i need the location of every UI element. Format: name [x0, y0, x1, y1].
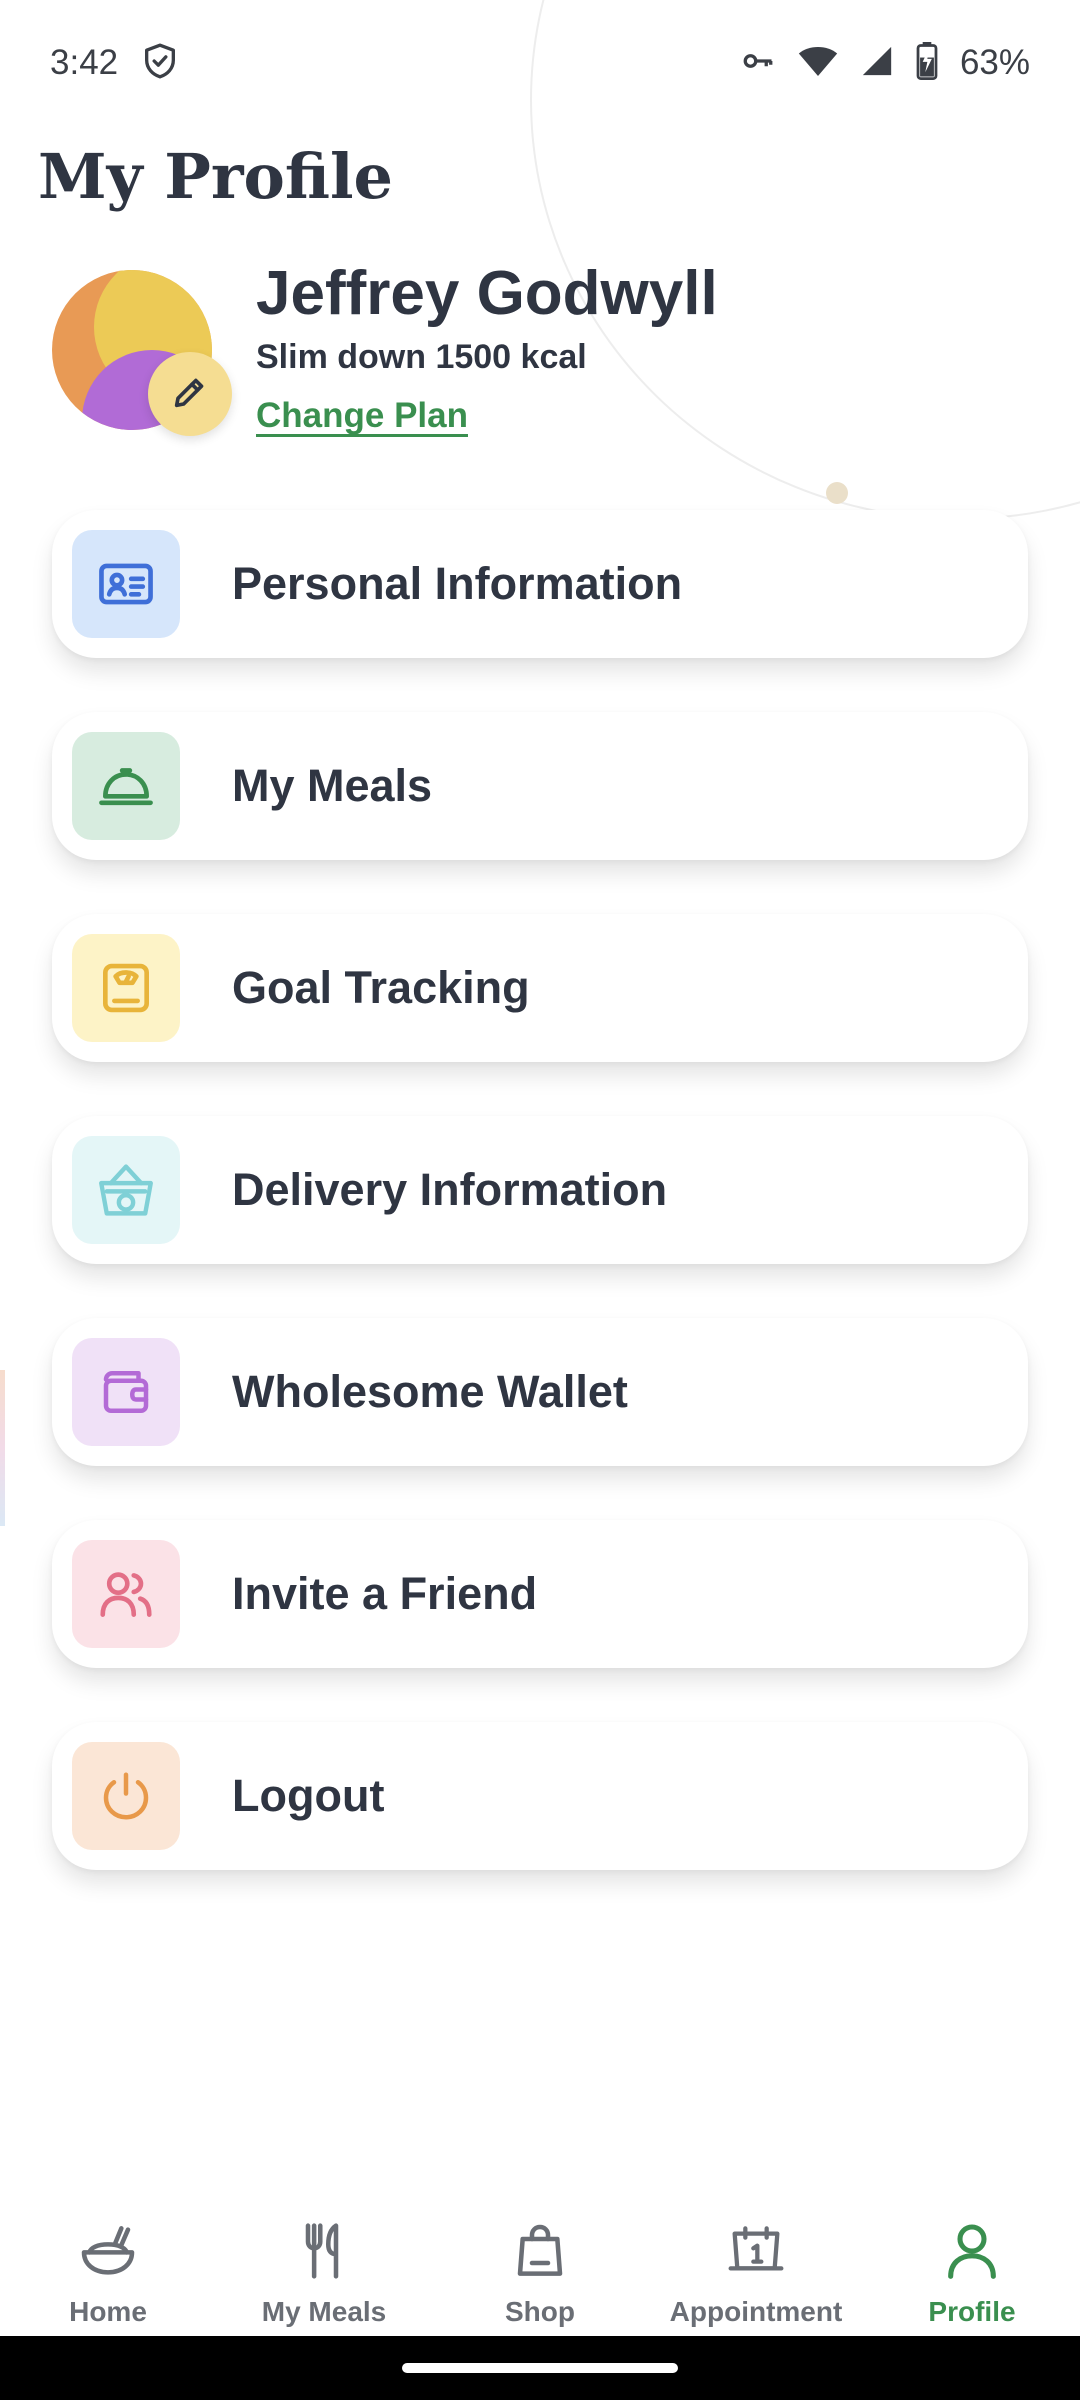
menu-item-goal-tracking[interactable]: Goal Tracking: [52, 914, 1028, 1062]
profile-menu: Personal Information My Meals Goal Track…: [52, 510, 1028, 1924]
nav-item-appointment[interactable]: Appointment: [656, 2196, 856, 2328]
bowl-icon: [73, 2216, 143, 2286]
fork-knife-icon: [289, 2216, 359, 2286]
users-icon: [72, 1540, 180, 1648]
pencil-icon: [170, 372, 210, 417]
system-gesture-bar: [0, 2336, 1080, 2400]
avatar-container[interactable]: [52, 270, 232, 440]
wifi-icon: [798, 43, 838, 84]
side-gradient-strip: [0, 1370, 5, 1526]
scale-icon: [72, 934, 180, 1042]
edit-avatar-button[interactable]: [148, 352, 232, 436]
vpn-key-icon: [740, 43, 776, 84]
menu-item-label: Goal Tracking: [232, 962, 530, 1013]
menu-item-wholesome-wallet[interactable]: Wholesome Wallet: [52, 1318, 1028, 1466]
cloche-icon: [72, 732, 180, 840]
nav-label: Appointment: [669, 2296, 843, 2327]
change-plan-link[interactable]: Change Plan: [256, 396, 468, 436]
id-card-icon: [72, 530, 180, 638]
calendar-icon: [721, 2216, 791, 2286]
menu-item-invite-a-friend[interactable]: Invite a Friend: [52, 1520, 1028, 1668]
nav-item-shop[interactable]: Shop: [440, 2196, 640, 2328]
nav-item-profile[interactable]: Profile: [872, 2196, 1072, 2328]
profile-screen: 3:42 63% My Profile Jeffrey Godwyll Slim…: [0, 0, 1080, 2400]
menu-item-label: Wholesome Wallet: [232, 1366, 628, 1417]
nav-item-home[interactable]: Home: [8, 2196, 208, 2328]
menu-item-label: Logout: [232, 1770, 385, 1821]
shield-check-icon: [140, 41, 180, 86]
menu-item-label: Delivery Information: [232, 1164, 668, 1215]
signal-icon: [860, 44, 894, 83]
nav-label: Shop: [505, 2296, 575, 2327]
decorative-dot: [826, 482, 848, 504]
nav-label: My Meals: [261, 2296, 387, 2327]
basket-icon: [72, 1136, 180, 1244]
shopping-bag-icon: [505, 2216, 575, 2286]
menu-item-label: Personal Information: [232, 558, 683, 609]
menu-item-label: Invite a Friend: [232, 1568, 538, 1619]
person-icon: [937, 2216, 1007, 2286]
battery-charging-icon: [916, 41, 938, 85]
home-gesture-handle[interactable]: [402, 2363, 678, 2373]
menu-item-label: My Meals: [232, 760, 433, 811]
page-title: My Profile: [38, 140, 393, 213]
menu-item-logout[interactable]: Logout: [52, 1722, 1028, 1870]
nav-label: Profile: [928, 2296, 1016, 2327]
nav-item-my-meals[interactable]: My Meals: [224, 2196, 424, 2328]
bottom-navigation: Home My Meals Shop Appointment Profile: [0, 2196, 1080, 2336]
user-name: Jeffrey Godwyll: [256, 259, 718, 328]
battery-percentage: 63%: [959, 43, 1030, 82]
user-plan: Slim down 1500 kcal: [256, 338, 587, 376]
menu-item-my-meals[interactable]: My Meals: [52, 712, 1028, 860]
nav-label: Home: [69, 2296, 147, 2327]
status-time: 3:42: [50, 43, 119, 82]
wallet-icon: [72, 1338, 180, 1446]
menu-item-delivery-information[interactable]: Delivery Information: [52, 1116, 1028, 1264]
power-icon: [72, 1742, 180, 1850]
menu-item-personal-information[interactable]: Personal Information: [52, 510, 1028, 658]
status-bar: 3:42 63%: [0, 0, 1080, 126]
